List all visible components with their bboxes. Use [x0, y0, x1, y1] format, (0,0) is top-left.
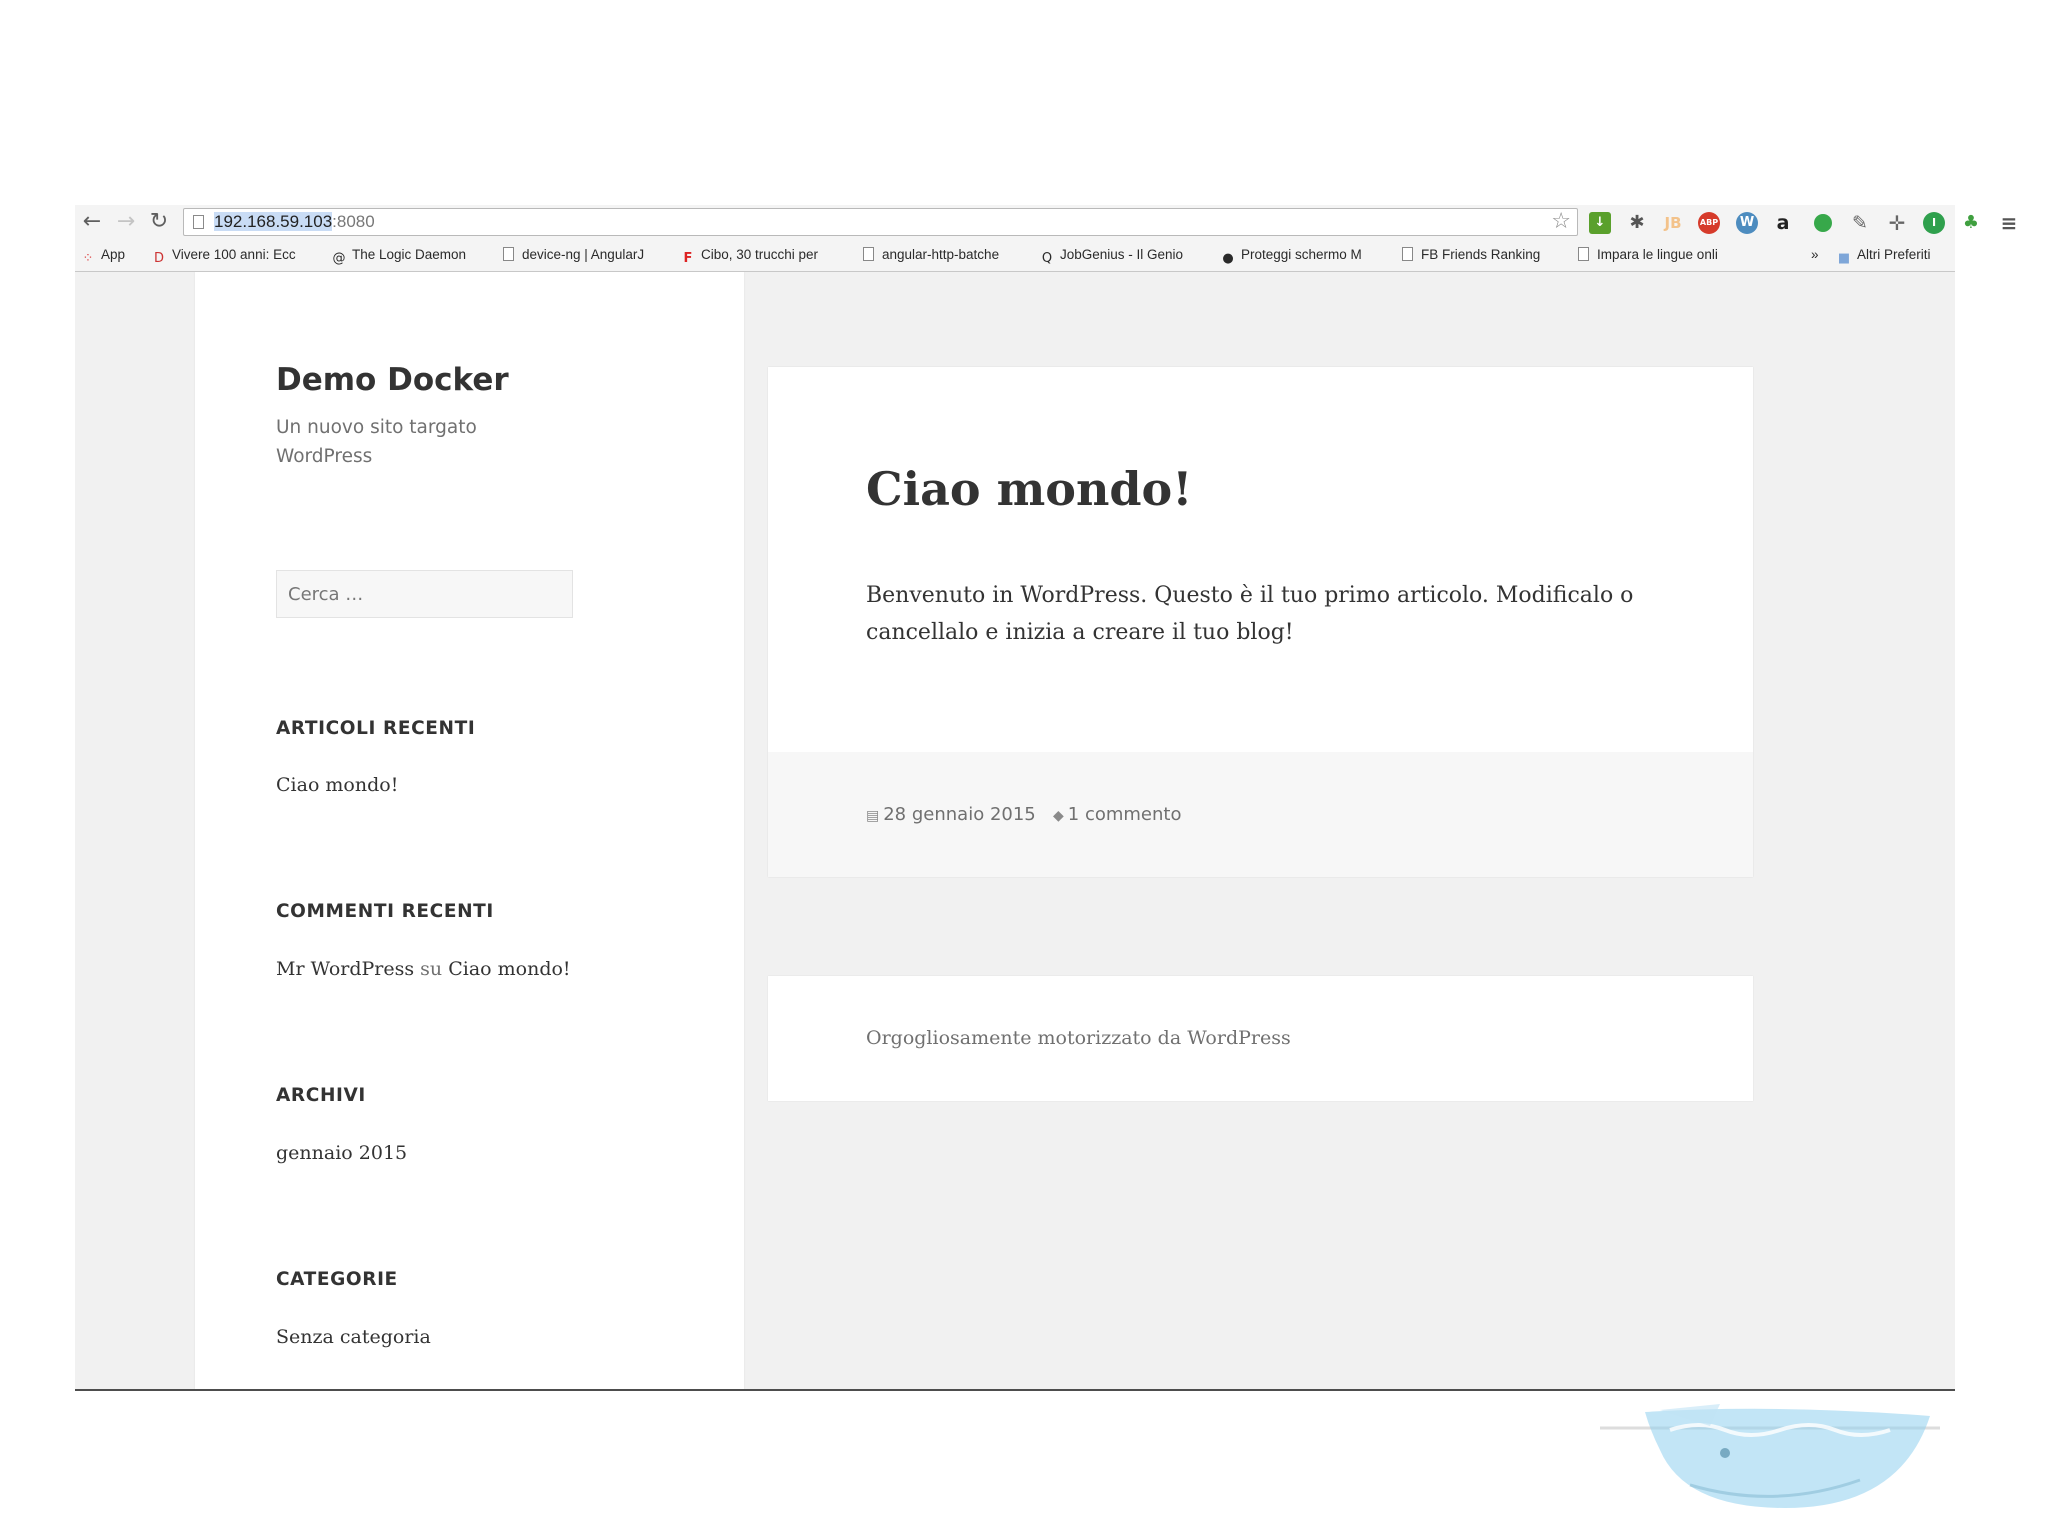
archive-link[interactable]: gennaio 2015: [276, 1142, 407, 1164]
bookmark-app[interactable]: ⁘ App: [81, 245, 125, 265]
bookmarks-bar: ⁘ App D Vivere 100 anni: Ecc @ The Logic Da…: [75, 239, 1955, 271]
categories-title: CATEGORIE: [276, 1269, 398, 1290]
post-meta: ▤28 gennaio 2015 ◆1 commento: [768, 752, 1753, 877]
leaf-extension-icon[interactable]: ♣: [1960, 212, 1982, 234]
recent-posts-title: ARTICOLI RECENTI: [276, 718, 475, 739]
jb-extension-icon[interactable]: JB: [1662, 212, 1684, 234]
document-icon: [1402, 247, 1413, 261]
bookmark-star-icon[interactable]: ☆: [1551, 209, 1571, 235]
amazon-extension-icon[interactable]: a: [1772, 212, 1794, 234]
recent-post-link[interactable]: Ciao mondo!: [276, 774, 398, 796]
forward-arrow-icon[interactable]: →: [113, 209, 139, 235]
bookmark-vivere[interactable]: D Vivere 100 anni: Ecc: [152, 245, 310, 265]
post-date-link[interactable]: ▤28 gennaio 2015: [866, 803, 1036, 827]
category-link[interactable]: Senza categoria: [276, 1326, 431, 1348]
site-favicon-icon: D: [152, 251, 166, 265]
bookmark-logic-daemon[interactable]: @ The Logic Daemon: [332, 245, 466, 265]
recent-comments-title: COMMENTI RECENTI: [276, 901, 494, 922]
eyedropper-icon[interactable]: ✎: [1849, 212, 1871, 234]
crosshair-icon[interactable]: ✛: [1886, 212, 1908, 234]
reload-icon[interactable]: ↻: [146, 209, 172, 235]
bookmark-jobgenius[interactable]: Q JobGenius - Il Genio: [1040, 245, 1200, 265]
page-icon: [193, 215, 204, 229]
docker-whale-logo: [1600, 1390, 1950, 1510]
bookmark-label: Vivere 100 anni: Ecc: [172, 247, 296, 262]
url-host: 192.168.59.103: [214, 212, 332, 231]
wordpress-extension-icon[interactable]: W: [1736, 212, 1758, 234]
bookmark-label: App: [101, 247, 125, 262]
web-page: Demo Docker Un nuovo sito targato WordPr…: [75, 272, 1955, 1390]
bookmark-label: Impara le lingue onli: [1597, 247, 1718, 262]
search-input[interactable]: [276, 570, 573, 618]
green-location-icon[interactable]: [1814, 214, 1832, 232]
bookmark-impara[interactable]: Impara le lingue onli: [1578, 245, 1736, 265]
comment-bubble-icon: ◆: [1053, 808, 1064, 824]
search-q-icon: Q: [1040, 251, 1054, 265]
comment-on-text: su: [420, 958, 442, 980]
post-content: Benvenuto in WordPress. Questo è il tuo …: [866, 577, 1666, 651]
bookmark-label: device-ng | AngularJ: [522, 247, 644, 262]
bookmark-label: angular-http-batche: [882, 247, 999, 262]
menu-hamburger-icon[interactable]: ≡: [1998, 212, 2020, 234]
download-arrow-icon[interactable]: ↓: [1589, 212, 1611, 234]
back-arrow-icon[interactable]: ←: [79, 209, 105, 235]
site-title[interactable]: Demo Docker: [276, 362, 509, 398]
at-sign-icon: @: [332, 251, 346, 265]
bookmark-cibo[interactable]: F Cibo, 30 trucchi per: [681, 245, 839, 265]
bookmarks-overflow[interactable]: »: [1811, 245, 1819, 265]
document-icon: [1578, 247, 1589, 261]
bookmark-device-ng[interactable]: device-ng | AngularJ: [503, 245, 663, 265]
bookmark-label: The Logic Daemon: [352, 247, 466, 262]
post-comments-link[interactable]: ◆1 commento: [1053, 803, 1182, 827]
post-article: Ciao mondo! Benvenuto in WordPress. Ques…: [768, 367, 1753, 877]
post-comments: 1 commento: [1068, 804, 1182, 825]
bookmark-label: JobGenius - Il Genio: [1060, 247, 1183, 262]
other-bookmarks-label: Altri Preferiti: [1857, 247, 1931, 262]
recent-comment-item: Mr WordPress su Ciao mondo!: [276, 958, 571, 980]
bookmark-angular-http[interactable]: angular-http-batche: [863, 245, 1025, 265]
calendar-icon: ▤: [866, 808, 879, 824]
bookmark-label: Cibo, 30 trucchi per: [701, 247, 818, 262]
bookmark-fb-friends[interactable]: FB Friends Ranking: [1402, 245, 1540, 265]
browser-chrome: ← → ↻ 192.168.59.103:8080 ☆ ↓ ✱ JB ABP W…: [75, 205, 1955, 272]
bookmark-label: Proteggi schermo M: [1241, 247, 1362, 262]
bookmark-proteggi[interactable]: ● Proteggi schermo M: [1221, 245, 1377, 265]
url-port: :8080: [332, 212, 375, 231]
address-url[interactable]: 192.168.59.103:8080: [214, 209, 375, 235]
comment-post-link[interactable]: Ciao mondo!: [448, 958, 570, 980]
bookmark-label: FB Friends Ranking: [1421, 247, 1540, 262]
other-bookmarks-folder[interactable]: ■ Altri Preferiti: [1837, 245, 1931, 265]
document-icon: [863, 247, 874, 261]
folder-icon: ■: [1837, 251, 1851, 265]
apps-grid-icon: ⁘: [81, 251, 95, 265]
post-date: 28 gennaio 2015: [883, 804, 1036, 825]
post-title[interactable]: Ciao mondo!: [866, 462, 1192, 516]
address-bar[interactable]: 192.168.59.103:8080 ☆: [183, 208, 1578, 236]
browser-toolbar: ← → ↻ 192.168.59.103:8080 ☆ ↓ ✱ JB ABP W…: [75, 205, 1955, 239]
apple-icon: ●: [1221, 251, 1235, 265]
sidebar: Demo Docker Un nuovo sito targato WordPr…: [195, 272, 744, 1390]
flipboard-f-icon: F: [681, 251, 695, 265]
bug-extension-icon[interactable]: ✱: [1626, 212, 1648, 234]
toggle-extension-icon[interactable]: I: [1923, 212, 1945, 234]
adblock-plus-icon[interactable]: ABP: [1698, 212, 1720, 234]
comment-author-link[interactable]: Mr WordPress: [276, 958, 414, 980]
document-icon: [503, 247, 514, 261]
site-footer: Orgogliosamente motorizzato da WordPress: [768, 976, 1753, 1101]
site-description: Un nuovo sito targato WordPress: [276, 413, 536, 471]
archives-title: ARCHIVI: [276, 1085, 366, 1106]
footer-credit-link[interactable]: Orgogliosamente motorizzato da WordPress: [866, 1027, 1291, 1049]
